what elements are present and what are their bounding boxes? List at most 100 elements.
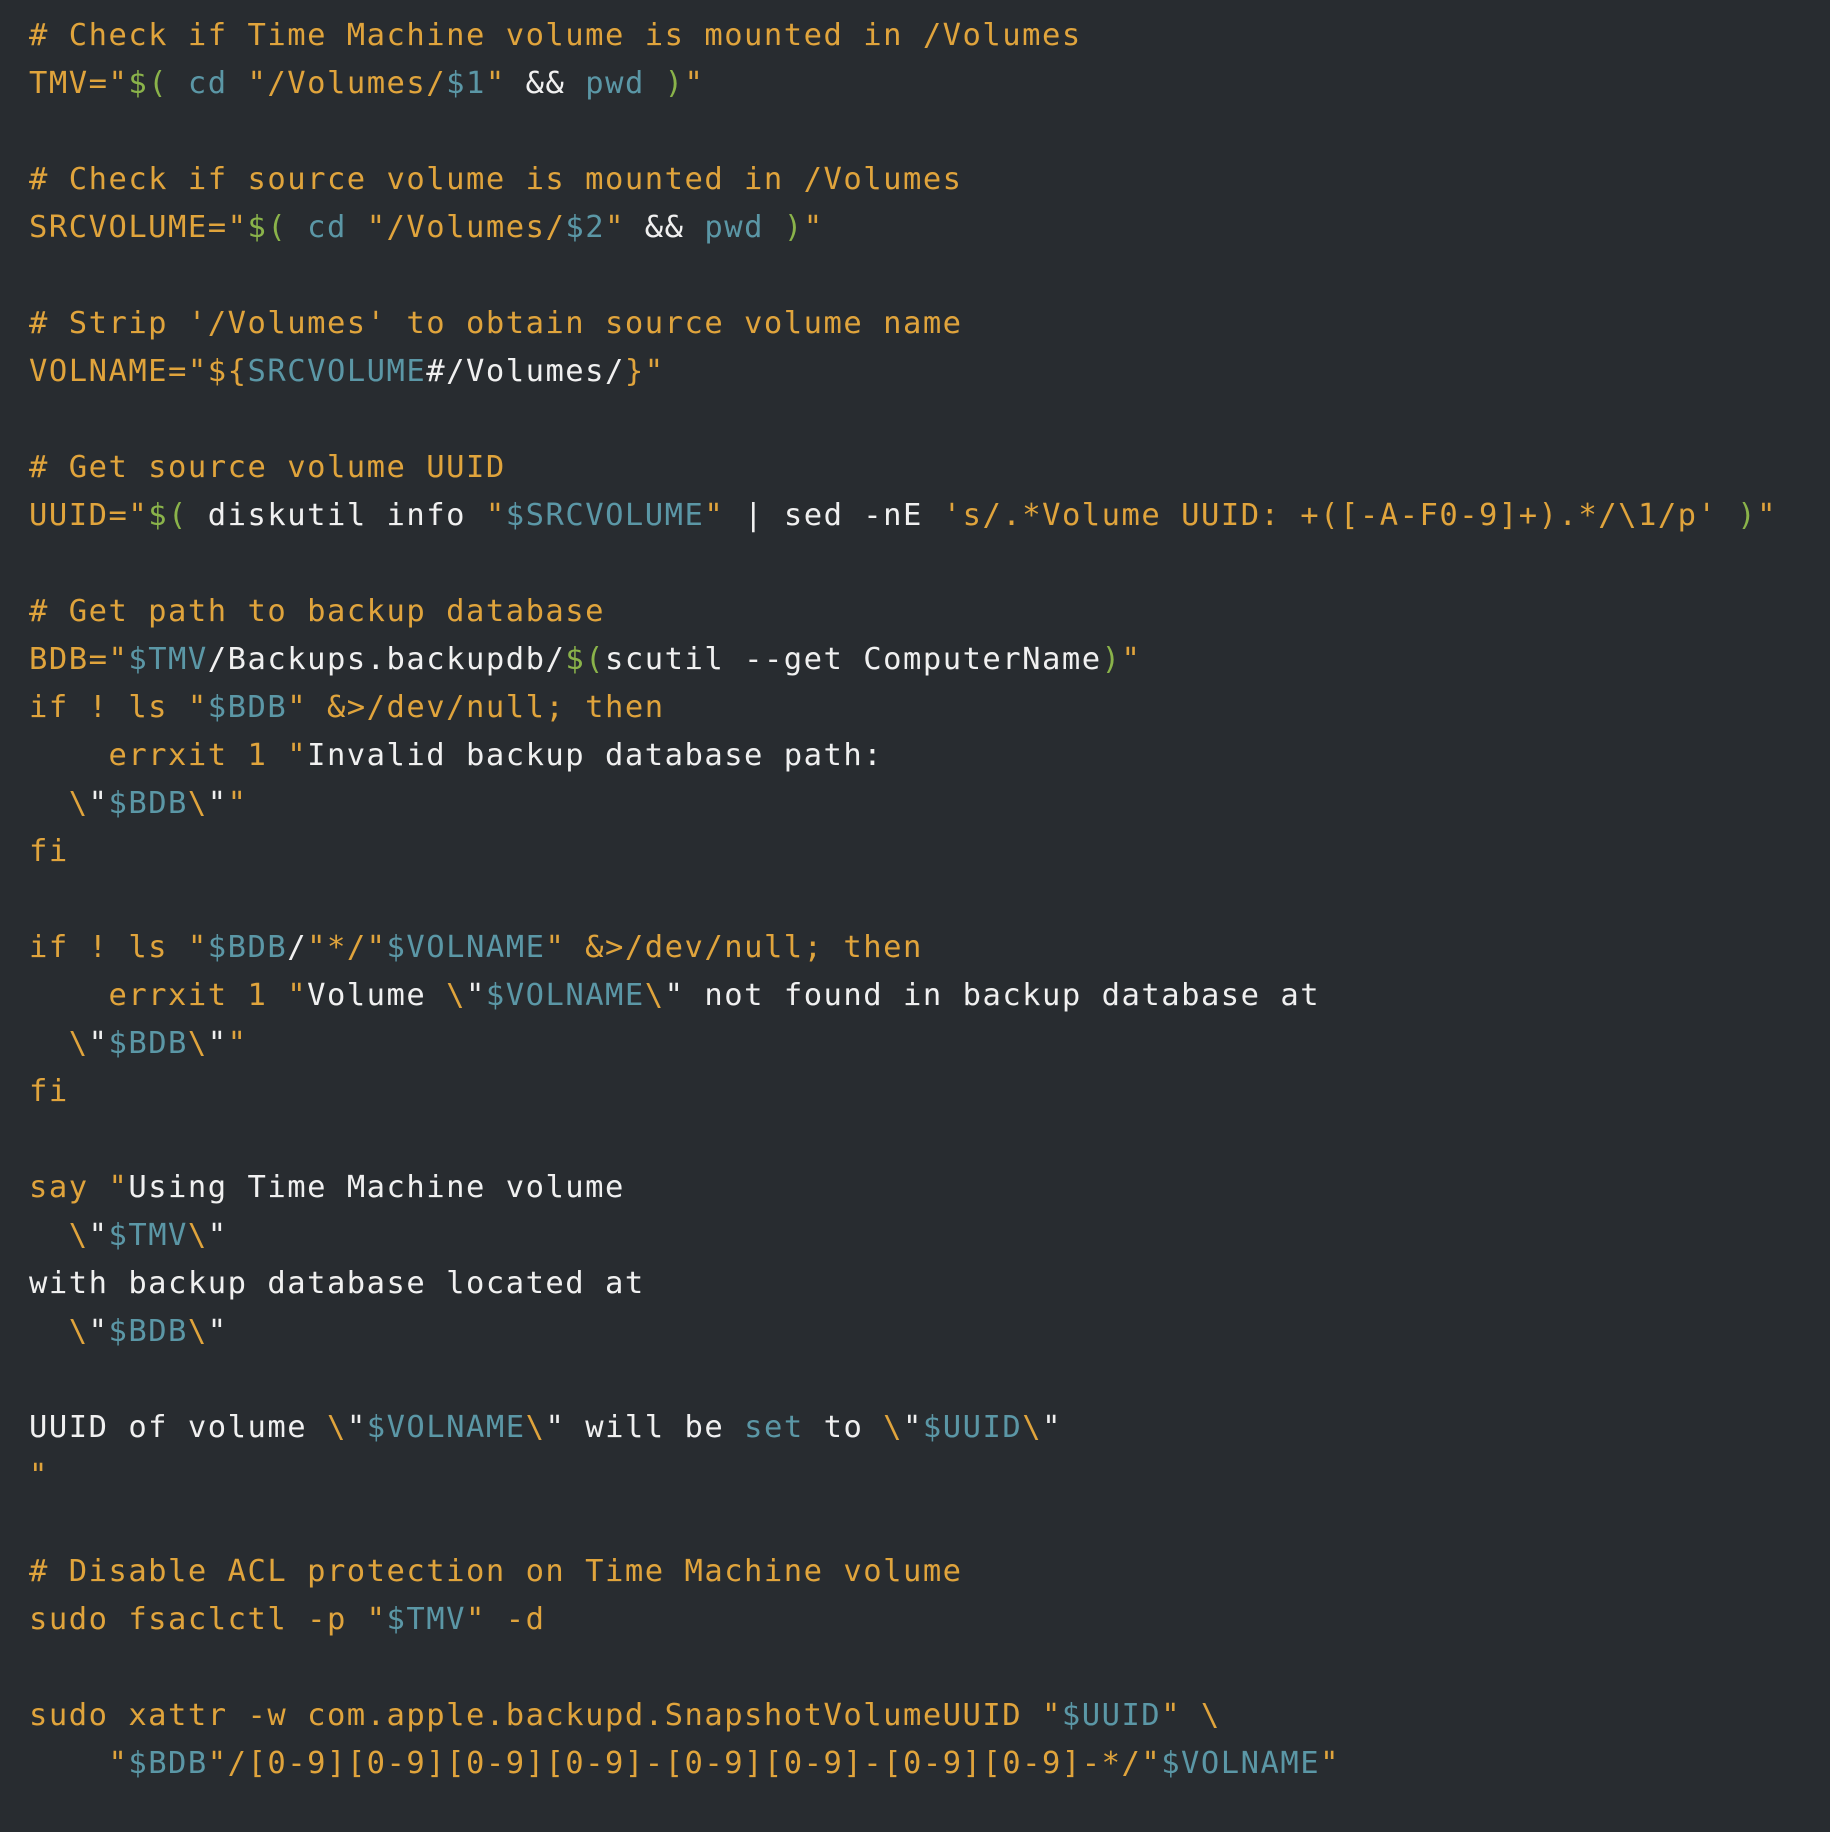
- code-token: ): [1737, 498, 1758, 533]
- code-token: 's/.*Volume UUID: +([-A-F0-9]+).*/\1/p': [942, 498, 1738, 533]
- code-line: # Strip '/Volumes' to obtain source volu…: [29, 300, 1830, 348]
- code-token: # Get source volume UUID: [29, 450, 506, 485]
- code-token: Using Time Machine volume: [128, 1170, 625, 1205]
- code-line: # Disable ACL protection on Time Machine…: [29, 1548, 1830, 1596]
- code-token: $TMV: [108, 1218, 188, 1253]
- code-token: to: [803, 1410, 884, 1445]
- code-token: ": [88, 786, 109, 821]
- code-token: $1: [446, 66, 486, 101]
- code-token: " will be: [545, 1410, 745, 1445]
- code-token: \: [187, 1026, 208, 1061]
- code-line: sudo xattr -w com.apple.backupd.Snapshot…: [29, 1692, 1830, 1740]
- code-token: $BDB: [108, 1314, 188, 1349]
- code-token: if ! ls ": [29, 690, 208, 725]
- code-token: \: [29, 1218, 89, 1253]
- code-token: ": [1757, 498, 1778, 533]
- code-line: fi: [29, 828, 1830, 876]
- code-token: \: [29, 786, 89, 821]
- code-token: $UUID: [922, 1410, 1023, 1445]
- code-token: errxit 1 ": [29, 738, 308, 773]
- code-token: # Get path to backup database: [29, 594, 606, 629]
- code-token: ": [346, 1410, 367, 1445]
- code-token: fi: [29, 834, 69, 869]
- code-line: \"$TMV\": [29, 1212, 1830, 1260]
- code-token: $UUID: [1061, 1698, 1162, 1733]
- code-token: cd: [168, 66, 248, 101]
- code-token: " -d: [465, 1602, 546, 1637]
- code-token: $VOLNAME: [485, 978, 645, 1013]
- code-token: "/Volumes/: [247, 66, 447, 101]
- code-token: $TMV: [128, 642, 208, 677]
- code-token: ": [29, 1458, 49, 1493]
- code-token: "/[0-9][0-9][0-9][0-9]-[0-9][0-9]-[0-9][…: [207, 1746, 1162, 1781]
- code-line: sudo fsaclctl -p "$TMV" -d: [29, 1596, 1830, 1644]
- code-token: $BDB: [108, 786, 188, 821]
- code-line: if ! ls "$BDB/"*/"$VOLNAME" &>/dev/null;…: [29, 924, 1830, 972]
- code-token: ": [684, 66, 705, 101]
- code-token: Invalid backup database path:: [307, 738, 884, 773]
- code-token: ": [485, 66, 506, 101]
- code-line: \"$BDB\"": [29, 1020, 1830, 1068]
- code-token: ): [783, 210, 804, 245]
- code-token: ": [605, 210, 625, 245]
- code-token: \: [187, 1218, 208, 1253]
- code-token: ": [88, 1218, 109, 1253]
- code-token: # Disable ACL protection on Time Machine…: [29, 1554, 963, 1589]
- code-token: UUID of volume: [29, 1410, 327, 1445]
- code-token: if ! ls ": [29, 930, 208, 965]
- code-token: $BDB: [108, 1026, 188, 1061]
- code-token: $TMV: [386, 1602, 466, 1637]
- code-token: errxit 1 ": [29, 978, 308, 1013]
- code-line: TMV="$( cd "/Volumes/$1" && pwd )": [29, 60, 1830, 108]
- code-token: cd: [287, 210, 367, 245]
- code-line: errxit 1 "Volume \"$VOLNAME\" not found …: [29, 972, 1830, 1020]
- code-token: ": [88, 1026, 109, 1061]
- code-token: BDB=": [29, 642, 129, 677]
- code-line: # Get source volume UUID: [29, 444, 1830, 492]
- code-token: \: [525, 1410, 546, 1445]
- code-line: "$BDB"/[0-9][0-9][0-9][0-9]-[0-9][0-9]-[…: [29, 1740, 1830, 1788]
- code-token: $BDB: [207, 690, 288, 725]
- code-token: say ": [29, 1170, 129, 1205]
- code-token: VOLNAME="${: [29, 354, 248, 389]
- code-token: $VOLNAME: [366, 1410, 526, 1445]
- code-token: &&: [624, 210, 705, 245]
- code-token: ": [704, 498, 725, 533]
- code-token: # Check if source volume is mounted in /…: [29, 162, 963, 197]
- code-token: ": [207, 786, 228, 821]
- code-token: Volume: [307, 978, 447, 1013]
- code-token: UUID=": [29, 498, 149, 533]
- code-editor[interactable]: # Check if Time Machine volume is mounte…: [0, 0, 1830, 1788]
- code-token: ": [903, 1410, 923, 1445]
- code-token: SRCVOLUME: [247, 354, 427, 389]
- code-token: $SRCVOLUME: [505, 498, 705, 533]
- code-token: " \: [1161, 1698, 1221, 1733]
- code-token: TMV=": [29, 66, 129, 101]
- code-line: ": [29, 1452, 1830, 1500]
- code-token: pwd: [585, 66, 665, 101]
- code-token: $BDB: [128, 1746, 208, 1781]
- code-token: ": [803, 210, 824, 245]
- code-token: sudo fsaclctl -p ": [29, 1602, 387, 1637]
- code-token: $(: [148, 498, 188, 533]
- code-token: ": [207, 1314, 228, 1349]
- code-token: ): [1101, 642, 1122, 677]
- code-line: BDB="$TMV/Backups.backupdb/$(scutil --ge…: [29, 636, 1830, 684]
- code-token: ": [207, 1218, 228, 1253]
- code-token: diskutil info: [187, 498, 486, 533]
- code-token: "/Volumes/: [366, 210, 566, 245]
- code-token: \: [883, 1410, 904, 1445]
- code-line: if ! ls "$BDB" &>/dev/null; then: [29, 684, 1830, 732]
- code-token: ": [1121, 642, 1142, 677]
- code-token: ": [227, 786, 248, 821]
- code-token: $(: [128, 66, 169, 101]
- code-line: fi: [29, 1068, 1830, 1116]
- code-token: | sed -nE: [724, 498, 943, 533]
